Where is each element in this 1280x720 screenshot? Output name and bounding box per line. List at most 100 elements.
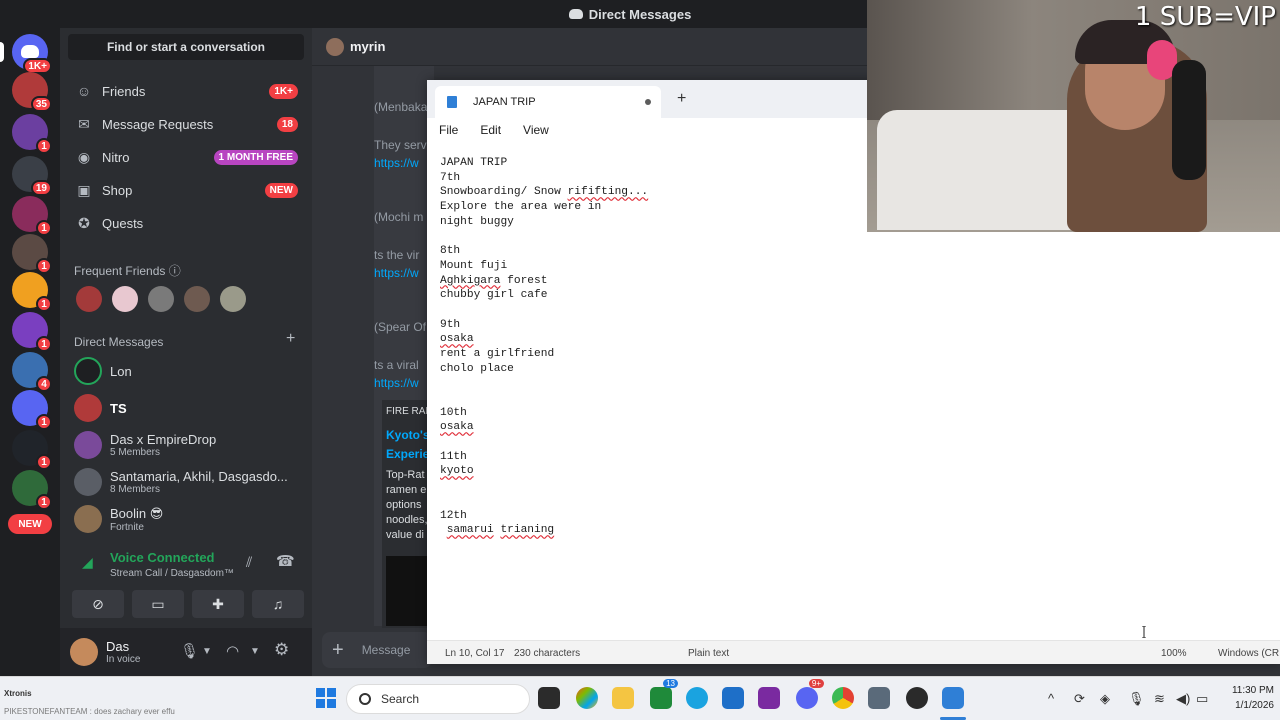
server-icon[interactable]: 1 — [12, 390, 52, 430]
noise-suppression-icon[interactable]: ⫽ — [246, 554, 252, 571]
camera-off-button[interactable]: ⊘ — [72, 590, 124, 618]
server-icon[interactable]: 1 — [12, 234, 52, 274]
frequent-friend-avatar[interactable] — [148, 286, 174, 312]
server-icon[interactable]: 1 — [12, 114, 52, 154]
dm-item[interactable]: Santamaria, Akhil, Dasgasdo... 8 Members — [68, 465, 304, 499]
server-rail: 1K+ 35 1 19 1 1 1 1 4 1 1 1 NEW — [0, 28, 60, 676]
server-icon[interactable]: 35 — [12, 72, 52, 112]
frequent-friend-avatar[interactable] — [220, 286, 246, 312]
tab-japan-trip[interactable]: JAPAN TRIP — [435, 86, 661, 118]
dm-item[interactable]: Lon — [68, 354, 304, 388]
notepad-app-icon[interactable] — [942, 687, 964, 709]
server-icon[interactable]: 1 — [12, 272, 52, 312]
text-line: chubby girl cafe — [440, 289, 548, 302]
add-dm-icon[interactable]: + — [286, 330, 295, 348]
shield-icon[interactable]: ◈ — [1100, 691, 1110, 707]
frequent-friend-avatar[interactable] — [184, 286, 210, 312]
windows-start-button[interactable] — [315, 687, 337, 709]
volume-icon[interactable]: ◀) — [1176, 691, 1190, 707]
app-icon[interactable] — [758, 687, 780, 709]
terminal-app-icon[interactable] — [538, 687, 560, 709]
server-icon[interactable]: 1 — [12, 312, 52, 352]
battery-icon[interactable]: ▭ — [1196, 691, 1208, 707]
activities-icon: ✚ — [212, 595, 224, 612]
text-line: osaka — [440, 421, 474, 434]
new-badge[interactable]: NEW — [8, 514, 52, 534]
unsaved-dot-icon[interactable] — [645, 99, 651, 105]
nav-shop[interactable]: ▣ Shop NEW — [68, 175, 304, 205]
taskbar-widget[interactable]: Xtronis PIKESTONEFANTEAM : does zachary … — [4, 679, 224, 719]
chevron-down-icon[interactable]: ▼ — [202, 646, 212, 657]
taskbar-search[interactable]: Search — [346, 684, 530, 714]
menu-edit[interactable]: Edit — [480, 123, 501, 137]
discord-app-icon[interactable]: 9+ — [796, 679, 824, 709]
nav-quests[interactable]: ✪ Quests — [68, 208, 304, 238]
text-line: kyoto — [440, 465, 474, 478]
info-icon: ⓘ — [168, 264, 181, 278]
server-badge: 35 — [30, 96, 52, 112]
text-line: 10th — [440, 406, 467, 419]
server-icon[interactable]: 4 — [12, 352, 52, 392]
nitro-badge: 1 MONTH FREE — [213, 149, 298, 165]
direct-messages-label: Direct Messages — [74, 335, 164, 349]
plus-icon[interactable]: + — [332, 639, 344, 662]
nav-friends[interactable]: ☺ Friends 1K+ — [68, 76, 304, 106]
screen-share-button[interactable]: ▭ — [132, 590, 184, 618]
chevron-down-icon[interactable]: ▼ — [250, 646, 260, 657]
wifi-icon[interactable]: ≋ — [1154, 691, 1165, 707]
chevron-up-icon[interactable]: ^ — [1048, 691, 1054, 706]
dm-item[interactable]: Boolin 😎 Fortnite — [68, 502, 304, 536]
menu-file[interactable]: File — [439, 123, 458, 137]
message-link[interactable]: https://w — [374, 266, 430, 280]
store-app-icon[interactable] — [722, 687, 744, 709]
server-icon[interactable]: 1 — [12, 430, 52, 470]
find-conversation-button[interactable]: Find or start a conversation — [68, 34, 304, 60]
excel-app-icon[interactable]: 13 — [650, 679, 678, 709]
app-badge: 9+ — [808, 679, 824, 688]
zoom-level[interactable]: 100% — [1161, 648, 1187, 659]
microphone-icon[interactable]: 🎙 — [180, 642, 199, 660]
edge-browser-icon[interactable] — [686, 687, 708, 709]
gear-icon[interactable]: ⚙ — [274, 640, 289, 660]
soundboard-button[interactable]: ♫ — [252, 590, 304, 618]
microphone-icon[interactable]: 🎙 — [1128, 691, 1145, 707]
avatar[interactable] — [70, 638, 98, 666]
nav-nitro[interactable]: ◉ Nitro 1 MONTH FREE — [68, 142, 304, 172]
frequent-friend-avatar[interactable] — [112, 286, 138, 312]
message-input[interactable]: + Message — [322, 632, 432, 668]
system-clock[interactable]: 11:30 PM 1/1/2026 — [1214, 683, 1274, 713]
status-bar: Ln 10, Col 17 230 characters Plain text … — [427, 640, 1280, 664]
message-link[interactable]: https://w — [374, 376, 430, 390]
new-tab-button[interactable]: + — [677, 90, 686, 108]
format-label[interactable]: Plain text — [688, 648, 729, 659]
server-icon[interactable]: 1 — [12, 470, 52, 510]
message-link[interactable]: https://w — [374, 156, 430, 170]
server-icon[interactable]: 19 — [12, 156, 52, 196]
server-badge: 1 — [36, 258, 52, 274]
text-line — [440, 494, 1260, 509]
avatar — [74, 505, 102, 533]
message-text: (Spear Of — [374, 320, 427, 334]
dm-item[interactable]: TS — [68, 391, 304, 425]
copilot-app-icon[interactable] — [576, 687, 598, 709]
nav-message-requests[interactable]: ✉ Message Requests 18 — [68, 109, 304, 139]
disconnect-icon[interactable]: ☎ — [276, 552, 295, 570]
dm-item[interactable]: Das x EmpireDrop 5 Members — [68, 428, 304, 462]
text-line: 12th — [440, 509, 467, 522]
frequent-friend-avatar[interactable] — [76, 286, 102, 312]
server-icon[interactable]: 1 — [12, 196, 52, 236]
activities-button[interactable]: ✚ — [192, 590, 244, 618]
headphones-icon[interactable]: ◠ — [226, 642, 239, 660]
settings-app-icon[interactable] — [868, 687, 890, 709]
char-count: 230 characters — [514, 648, 581, 659]
menu-view[interactable]: View — [523, 123, 549, 137]
text-line: cholo place — [440, 362, 514, 375]
file-explorer-icon[interactable] — [612, 687, 634, 709]
home-button[interactable]: 1K+ — [12, 34, 52, 74]
chrome-browser-icon[interactable] — [832, 687, 854, 709]
user-panel: Das In voice 🎙 ▼ ◠ ▼ ⚙ — [60, 628, 312, 676]
line-ending[interactable]: Windows (CR — [1218, 648, 1279, 659]
obs-app-icon[interactable] — [906, 687, 928, 709]
sync-icon[interactable]: ⟳ — [1074, 691, 1085, 707]
text-line: samarui trianing — [446, 524, 555, 537]
